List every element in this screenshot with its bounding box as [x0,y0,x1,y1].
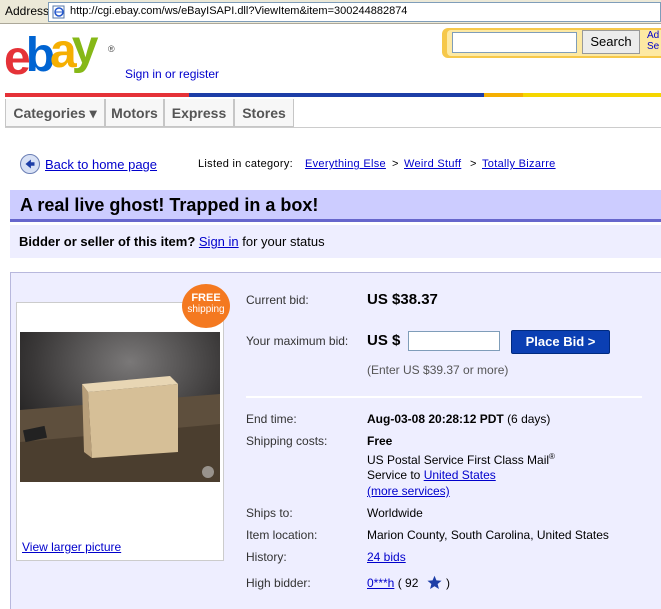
category-link-everything-else[interactable]: Everything Else [305,158,386,170]
logo-letter-e: e [4,32,31,85]
logo-letter-a: a [50,25,77,78]
shipping-costs-value: Free [367,434,393,448]
shipping-service-name: US Postal Service First Class Mail [367,453,550,467]
sign-in-link[interactable]: Sign in [199,234,239,249]
back-to-home-link[interactable]: Back to home page [45,157,157,172]
status-question: Bidder or seller of this item? [19,234,196,249]
item-title: A real live ghost! Trapped in a box! [20,195,319,215]
tab-stores[interactable]: Stores [234,99,294,127]
top-navigation: Categories ▾ Motors Express Stores [5,97,661,128]
url-field[interactable]: http://cgi.ebay.com/ws/eBayISAPI.dll?Vie… [48,2,661,22]
history-label: History: [246,550,287,564]
category-link-weird-stuff[interactable]: Weird Stuff [404,158,461,170]
service-to-prefix: Service to [367,468,421,482]
advanced-search-link[interactable]: Ad Se [647,30,659,52]
ships-to-value: Worldwide [367,506,423,520]
address-bar: Address http://cgi.ebay.com/ws/eBayISAPI… [0,0,661,24]
url-text: http://cgi.ebay.com/ws/eBayISAPI.dll?Vie… [70,5,408,17]
item-title-bar: A real live ghost! Trapped in a box! [10,190,661,222]
advanced-search-line2: Se [647,41,660,52]
tab-categories[interactable]: Categories ▾ [5,99,105,127]
service-to-country-link[interactable]: United States [424,468,496,482]
feedback-score: ( 92 [397,576,419,590]
high-bidder-label: High bidder: [246,576,311,590]
min-bid-hint: (Enter US $39.37 or more) [367,363,509,377]
section-divider [246,396,642,398]
item-location-value: Marion County, South Carolina, United St… [367,528,609,542]
search-input[interactable] [452,32,577,53]
max-bid-input[interactable] [408,331,500,351]
feedback-star-icon[interactable] [427,575,442,590]
bid-history-link[interactable]: 24 bids [367,550,406,564]
ships-to-label: Ships to: [246,506,293,520]
shipping-costs-label: Shipping costs: [246,434,328,448]
ebay-logo[interactable]: ebay ® [4,23,124,85]
logo-registered-mark: ® [108,44,115,54]
listed-in-label: Listed in category: [198,158,293,170]
place-bid-button[interactable]: Place Bid > [511,330,610,354]
max-bid-label: Your maximum bid: [246,334,349,348]
feedback-close-paren: ) [446,576,450,590]
more-services-link[interactable]: (more services) [367,484,450,498]
time-remaining: (6 days) [507,412,551,426]
free-shipping-badge: FREE shipping [182,284,230,328]
ie-page-icon [52,5,65,19]
status-message: Bidder or seller of this item? Sign in f… [19,234,325,249]
badge-free-text: FREE [191,292,221,304]
currency-prefix: US $ [367,332,401,349]
shipping-service: US Postal Service First Class Mail® [367,452,555,467]
badge-shipping-text: shipping [187,304,225,315]
breadcrumb-separator: > [392,158,399,170]
current-bid-value: US $38.37 [367,291,438,308]
category-link-totally-bizarre[interactable]: Totally Bizarre [482,158,556,170]
tab-motors[interactable]: Motors [105,99,164,127]
view-larger-picture-link[interactable]: View larger picture [22,540,121,554]
status-suffix: for your status [242,234,325,249]
search-button[interactable]: Search [582,30,640,54]
current-bid-label: Current bid: [246,293,309,307]
item-photo[interactable] [20,332,220,482]
item-location-label: Item location: [246,528,318,542]
end-time-label: End time: [246,412,297,426]
back-arrow-icon[interactable] [20,154,40,174]
status-bar: Bidder or seller of this item? Sign in f… [10,225,661,258]
logo-letter-y: y [71,21,99,74]
high-bidder-link[interactable]: 0***h [367,576,394,590]
end-time-value: Aug-03-08 20:28:12 PDT (6 days) [367,412,550,426]
advanced-search-line1: Ad [647,30,660,41]
shipping-service-reg: ® [549,452,555,461]
sign-in-register-link[interactable]: Sign in or register [125,67,219,81]
tab-express[interactable]: Express [164,99,234,127]
logo-letter-b: b [25,29,55,82]
high-bidder-value: 0***h ( 92 [367,576,418,590]
address-label: Address [5,4,50,18]
breadcrumb-separator: > [470,158,477,170]
service-to: Service to United States [367,468,496,482]
end-time-date: Aug-03-08 20:28:12 PDT [367,412,504,426]
